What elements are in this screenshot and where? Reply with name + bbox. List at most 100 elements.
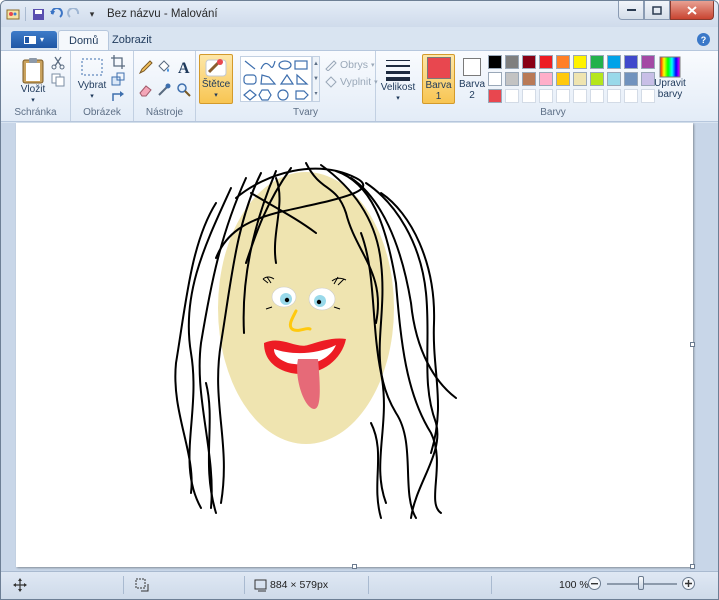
palette-swatch[interactable]	[539, 55, 553, 69]
pencil-icon[interactable]	[138, 59, 154, 75]
paste-button[interactable]: Vložit ▾	[16, 56, 50, 106]
window-title: Bez názvu - Malování	[107, 8, 218, 20]
image-size-icon	[254, 578, 268, 595]
drawing-canvas[interactable]	[16, 123, 695, 569]
brushes-group: Štětce ▾	[196, 51, 236, 121]
color-wheel-icon	[659, 56, 681, 78]
customize-qat-icon[interactable]: ▾	[84, 6, 100, 22]
size-group: Velikost ▾	[376, 51, 418, 121]
status-bar: 884 × 579px 100 %	[1, 571, 718, 599]
crop-icon[interactable]	[111, 55, 127, 71]
copy-icon[interactable]	[51, 73, 67, 89]
fill-icon	[325, 76, 337, 88]
paint-menu-button[interactable]: ▾	[11, 31, 57, 48]
status-separator	[368, 576, 369, 594]
size-button[interactable]: Velikost ▾	[378, 56, 418, 104]
face-drawing	[174, 162, 457, 519]
palette-swatch[interactable]	[522, 55, 536, 69]
save-icon[interactable]	[30, 6, 46, 22]
resize-handle-right[interactable]	[690, 342, 695, 347]
palette-swatch[interactable]	[488, 55, 502, 69]
palette-swatch[interactable]	[539, 72, 553, 86]
minimize-button[interactable]	[618, 1, 644, 20]
tools-group-label: Nástroje	[145, 107, 184, 118]
palette-swatch[interactable]	[522, 89, 536, 103]
edit-colors-button[interactable]: Upravit barvy	[652, 56, 688, 100]
clipboard-group-label: Schránka	[14, 107, 57, 118]
palette-swatch[interactable]	[488, 89, 502, 103]
shapes-scroll[interactable]: ▲ ▼ ▾	[312, 56, 320, 102]
title-bar: ▾ Bez názvu - Malování	[1, 1, 718, 27]
rotate-icon[interactable]	[111, 89, 127, 105]
zoom-in-button[interactable]	[682, 577, 695, 590]
status-separator	[244, 576, 245, 594]
resize-icon[interactable]	[111, 72, 127, 88]
palette-swatch[interactable]	[505, 72, 519, 86]
palette-swatch[interactable]	[590, 89, 604, 103]
magnifier-icon[interactable]	[176, 82, 192, 98]
image-group: Vybrat ▾ Obrázek	[71, 51, 134, 121]
menu-icon	[23, 35, 36, 44]
palette-swatch[interactable]	[505, 89, 519, 103]
zoom-slider-thumb[interactable]	[638, 576, 644, 590]
palette-swatch[interactable]	[607, 72, 621, 86]
zoom-out-button[interactable]	[588, 577, 601, 590]
brush-icon	[205, 59, 227, 77]
palette-swatch[interactable]	[590, 55, 604, 69]
status-separator	[491, 576, 492, 594]
zoom-level: 100 %	[559, 579, 589, 591]
palette-swatch[interactable]	[539, 89, 553, 103]
resize-handle-corner[interactable]	[690, 564, 695, 569]
cut-icon[interactable]	[51, 56, 67, 72]
fill-bucket-icon[interactable]	[156, 59, 172, 75]
image-dimensions: 884 × 579px	[270, 579, 329, 591]
colors-group: Barva 1 Barva 2 Upravit barvy Barvy	[418, 51, 688, 121]
outline-button[interactable]: Obrys ▾	[324, 58, 375, 71]
quick-access-toolbar: ▾	[5, 6, 100, 22]
palette-swatch[interactable]	[624, 89, 638, 103]
color2-button[interactable]: Barva 2	[457, 54, 487, 104]
palette-swatch[interactable]	[505, 55, 519, 69]
paint-app-icon[interactable]	[5, 6, 21, 22]
brushes-button[interactable]: Štětce ▾	[199, 54, 233, 104]
palette-swatch[interactable]	[624, 55, 638, 69]
minus-icon	[591, 583, 598, 585]
palette-swatch[interactable]	[522, 72, 536, 86]
selection-size-icon	[135, 578, 149, 595]
eraser-icon[interactable]	[138, 82, 154, 98]
palette-swatch[interactable]	[624, 72, 638, 86]
palette-swatch[interactable]	[556, 89, 570, 103]
color-picker-icon[interactable]	[156, 82, 172, 98]
redo-icon[interactable]	[66, 6, 82, 22]
shapes-gallery[interactable]	[240, 56, 312, 102]
text-icon[interactable]: A	[176, 59, 192, 77]
plus-icon	[685, 580, 692, 587]
tab-view[interactable]: Zobrazit	[102, 30, 162, 51]
palette-swatch[interactable]	[607, 55, 621, 69]
window-controls	[618, 1, 714, 20]
paint-window: ▾ Bez názvu - Malování ▾ Domů Zobrazit ?…	[0, 0, 719, 600]
select-button[interactable]: Vybrat ▾	[75, 56, 109, 102]
palette-swatch[interactable]	[556, 55, 570, 69]
color1-button[interactable]: Barva 1	[422, 54, 455, 104]
undo-icon[interactable]	[48, 6, 64, 22]
resize-handle-bottom[interactable]	[352, 564, 357, 569]
color1-swatch	[426, 57, 451, 79]
select-icon	[81, 58, 103, 76]
canvas-workspace[interactable]	[1, 123, 718, 571]
palette-swatch[interactable]	[556, 72, 570, 86]
palette-swatch[interactable]	[488, 72, 502, 86]
maximize-button[interactable]	[644, 1, 670, 20]
palette-swatch[interactable]	[573, 72, 587, 86]
fill-button[interactable]: Vyplnit ▾	[324, 75, 378, 88]
help-icon[interactable]: ?	[697, 33, 710, 46]
palette-swatch[interactable]	[573, 89, 587, 103]
palette-swatch[interactable]	[573, 55, 587, 69]
cursor-position-icon	[13, 578, 27, 595]
shapes-group: ▲ ▼ ▾ Obrys ▾ Vyplnit ▾ Tvary	[236, 51, 378, 121]
palette-swatch[interactable]	[590, 72, 604, 86]
clipboard-group: Vložit ▾ Schránka	[1, 51, 71, 121]
palette-swatch[interactable]	[607, 89, 621, 103]
svg-text:A: A	[178, 60, 190, 75]
close-button[interactable]	[670, 1, 714, 20]
